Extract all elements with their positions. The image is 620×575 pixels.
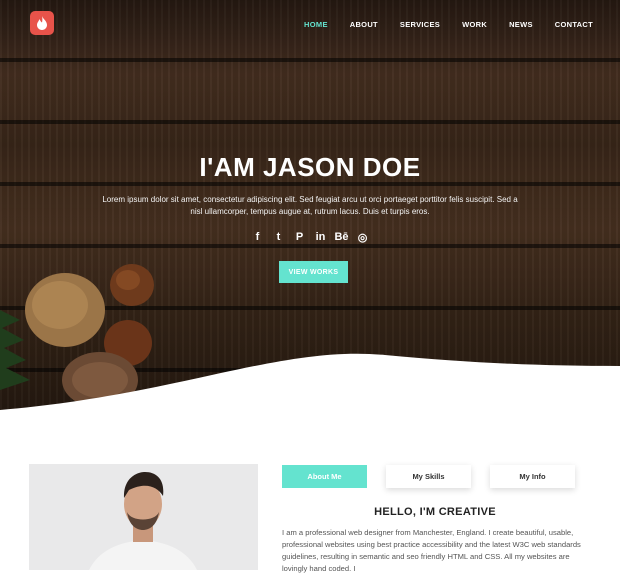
twitter-icon[interactable]: t <box>273 230 285 244</box>
tab-my-skills[interactable]: My Skills <box>386 465 471 488</box>
pinterest-icon[interactable]: P <box>294 230 306 244</box>
logo[interactable] <box>30 11 54 35</box>
instagram-icon[interactable]: ◎ <box>357 230 369 244</box>
social-links: f t P in Bē ◎ <box>0 230 620 244</box>
hero-description: Lorem ipsum dolor sit amet, consectetur … <box>102 195 518 216</box>
behance-icon[interactable]: Bē <box>334 230 348 244</box>
nav-home[interactable]: HOME <box>304 20 328 29</box>
flame-icon <box>37 16 47 30</box>
tab-my-info[interactable]: My Info <box>490 465 575 488</box>
nav-about[interactable]: ABOUT <box>350 20 378 29</box>
hero-section: HOME ABOUT SERVICES WORK NEWS CONTACT I'… <box>0 0 620 415</box>
about-heading: HELLO, I'M CREATIVE <box>374 506 496 518</box>
tab-about-me[interactable]: About Me <box>282 465 367 488</box>
nav-services[interactable]: SERVICES <box>400 20 440 29</box>
person-portrait <box>29 464 258 570</box>
view-works-button[interactable]: VIEW WORKS <box>279 261 348 283</box>
profile-photo <box>29 464 258 570</box>
nav-contact[interactable]: CONTACT <box>555 20 593 29</box>
linkedin-icon[interactable]: in <box>315 230 327 244</box>
facebook-icon[interactable]: f <box>252 230 264 244</box>
main-nav: HOME ABOUT SERVICES WORK NEWS CONTACT <box>282 20 593 29</box>
nav-news[interactable]: NEWS <box>509 20 533 29</box>
hero-title: I'AM JASON DOE <box>199 152 421 182</box>
about-description: I am a professional web designer from Ma… <box>282 528 581 573</box>
about-tabs: About Me My Skills My Info <box>282 465 575 488</box>
nav-work[interactable]: WORK <box>462 20 487 29</box>
